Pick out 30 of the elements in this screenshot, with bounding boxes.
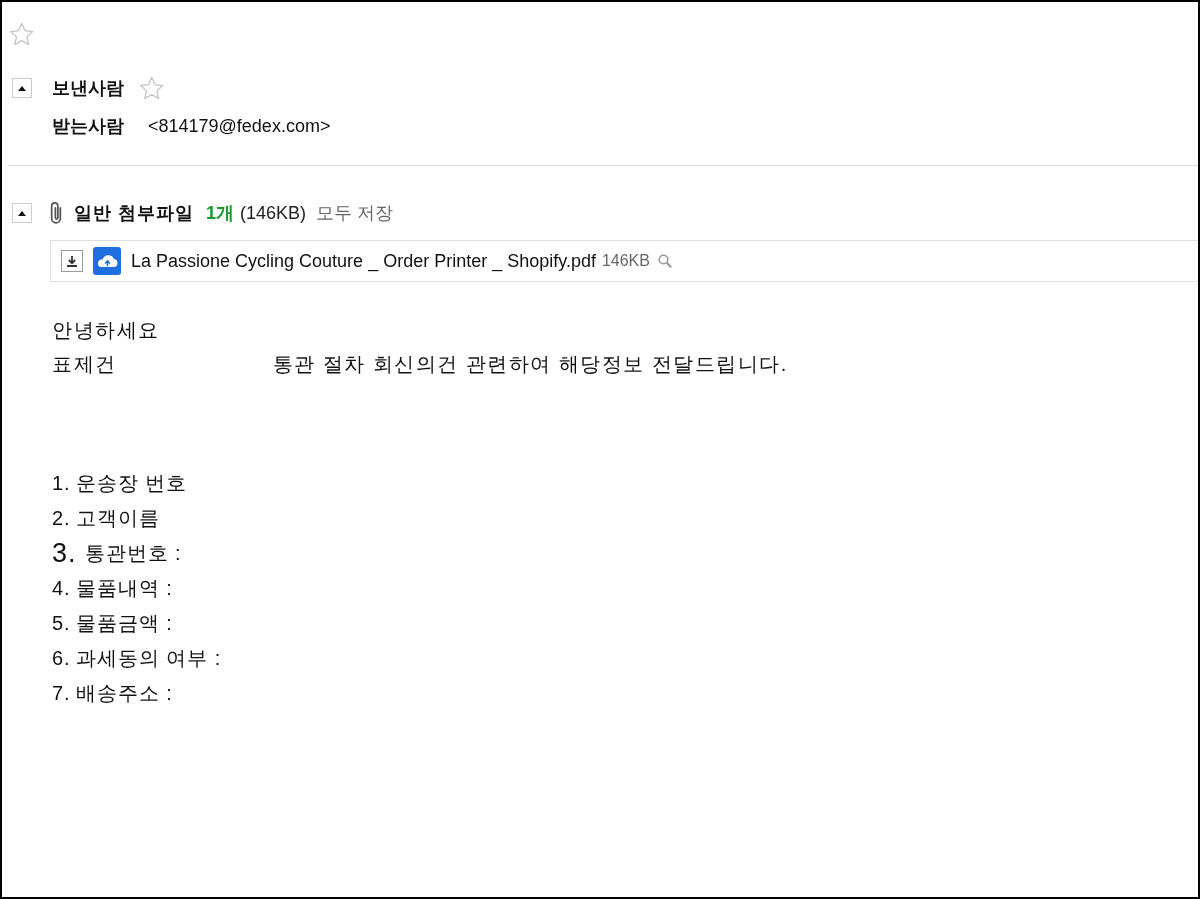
star-icon[interactable] <box>140 76 164 100</box>
list-item: 5. 물품금액 : <box>52 611 173 636</box>
list-item: 7. 배송주소 : <box>52 681 173 706</box>
intro-text: 통관 절차 회신의건 관련하여 해당정보 전달드립니다. <box>272 352 788 377</box>
search-icon[interactable] <box>657 254 672 268</box>
sender-label: 보낸사람 <box>52 77 124 100</box>
attachment-size: 146KB <box>601 251 650 271</box>
star-icon[interactable] <box>10 22 34 46</box>
recipient-label: 받는사람 <box>52 115 124 138</box>
attachment-filename[interactable]: La Passione Cycling Couture _ Order Printer _ Shopify.pdf <box>131 249 596 273</box>
list-item: 4. 물품내역 : <box>52 576 173 601</box>
save-all-link[interactable]: 모두 저장 <box>316 201 394 225</box>
cloud-icon[interactable] <box>93 247 121 275</box>
attachment-total-size: (146KB) <box>240 202 307 225</box>
toggle-button[interactable] <box>12 78 32 98</box>
subject-text: 표제건 <box>52 352 117 377</box>
caret-up-icon <box>18 210 26 216</box>
toggle-button[interactable] <box>12 203 32 223</box>
greeting-text: 안녕하세요 <box>52 318 160 343</box>
caret-up-icon <box>18 85 26 91</box>
download-button[interactable] <box>61 250 83 272</box>
attachments-title: 일반 첨부파일 <box>74 202 194 225</box>
list-item: 6. 과세동의 여부 : <box>52 646 222 671</box>
paperclip-icon <box>50 202 62 224</box>
list-item: 3. 통관번호 : <box>52 537 182 570</box>
download-icon <box>66 255 78 267</box>
attachment-count: 1개 <box>206 202 235 225</box>
list-item: 2. 고객이름 <box>52 506 160 531</box>
recipient-address[interactable]: <814179@fedex.com> <box>148 114 331 138</box>
list-item: 1. 운송장 번호 <box>52 471 188 496</box>
